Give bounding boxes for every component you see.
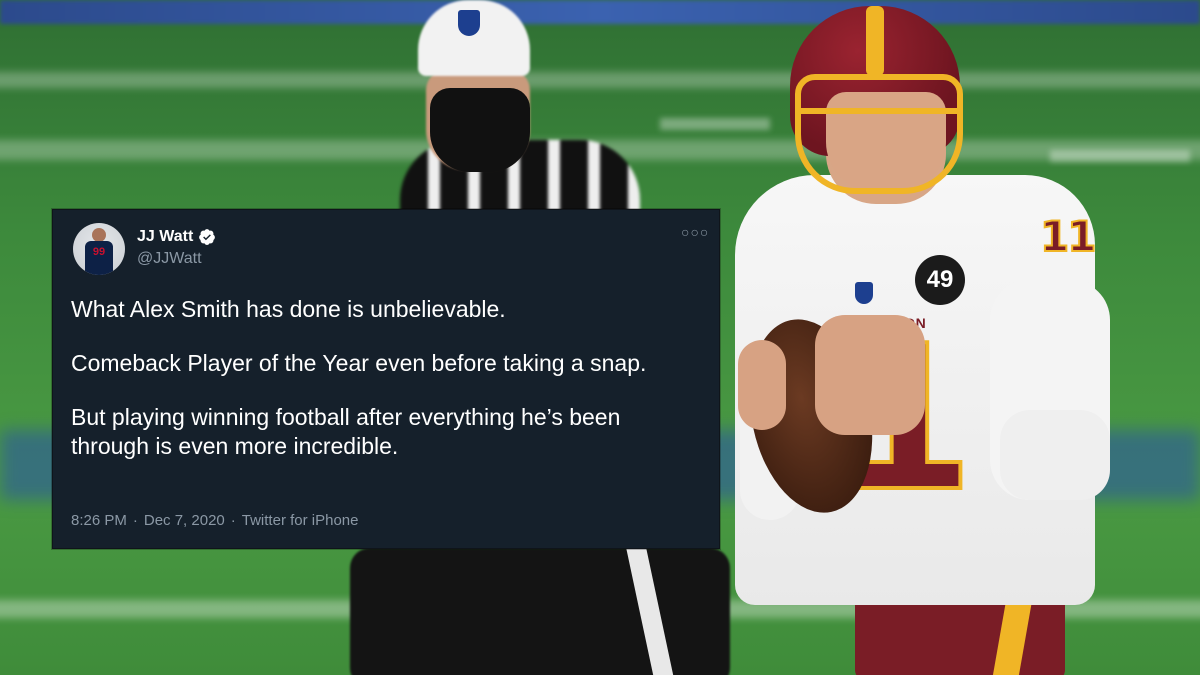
player-facemask (795, 74, 963, 194)
meta-separator: · (230, 512, 236, 529)
avatar-head (92, 228, 106, 242)
nfl-logo-icon (458, 10, 480, 36)
tweet-paragraph: What Alex Smith has done is unbelievable… (71, 296, 506, 322)
tweet-source[interactable]: Twitter for iPhone (242, 512, 359, 529)
jersey-shoulder-number: 11 (1039, 211, 1097, 262)
yard-line (0, 72, 1200, 88)
stadium-wall (0, 0, 1200, 24)
tweet-card: 99 JJ Watt @JJWatt ○○○ What Alex Smith h… (52, 209, 720, 549)
tweet-time[interactable]: 8:26 PM (71, 512, 127, 529)
player-sleeve (1000, 410, 1110, 500)
meta-separator: · (132, 512, 138, 529)
player-hand (738, 340, 786, 430)
referee-pants (350, 548, 730, 675)
facemask-bar (800, 108, 960, 114)
player-hand (815, 315, 925, 435)
tweet-text: What Alex Smith has done is unbelievable… (71, 295, 701, 486)
verified-badge-icon (199, 229, 216, 245)
tweet-paragraph: But playing winning football after every… (71, 404, 621, 459)
tweet-date[interactable]: Dec 7, 2020 (144, 512, 225, 529)
avatar[interactable]: 99 (73, 223, 125, 275)
tweet-metadata: 8:26 PM · Dec 7, 2020 · Twitter for iPho… (71, 512, 358, 529)
author-handle[interactable]: @JJWatt (137, 250, 202, 268)
more-horizontal-icon[interactable]: ○○○ (681, 224, 709, 240)
hash-mark (660, 118, 770, 130)
avatar-jersey: 99 (85, 241, 113, 275)
jersey-patch: 49 (915, 255, 965, 305)
nfl-shield-icon (855, 282, 873, 304)
helmet-stripe (866, 6, 884, 76)
author-name-row: JJ Watt (137, 228, 216, 246)
hash-mark (1050, 150, 1190, 162)
author-display-name[interactable]: JJ Watt (137, 228, 193, 246)
tweet-paragraph: Comeback Player of the Year even before … (71, 350, 647, 376)
referee-mask (430, 88, 530, 172)
